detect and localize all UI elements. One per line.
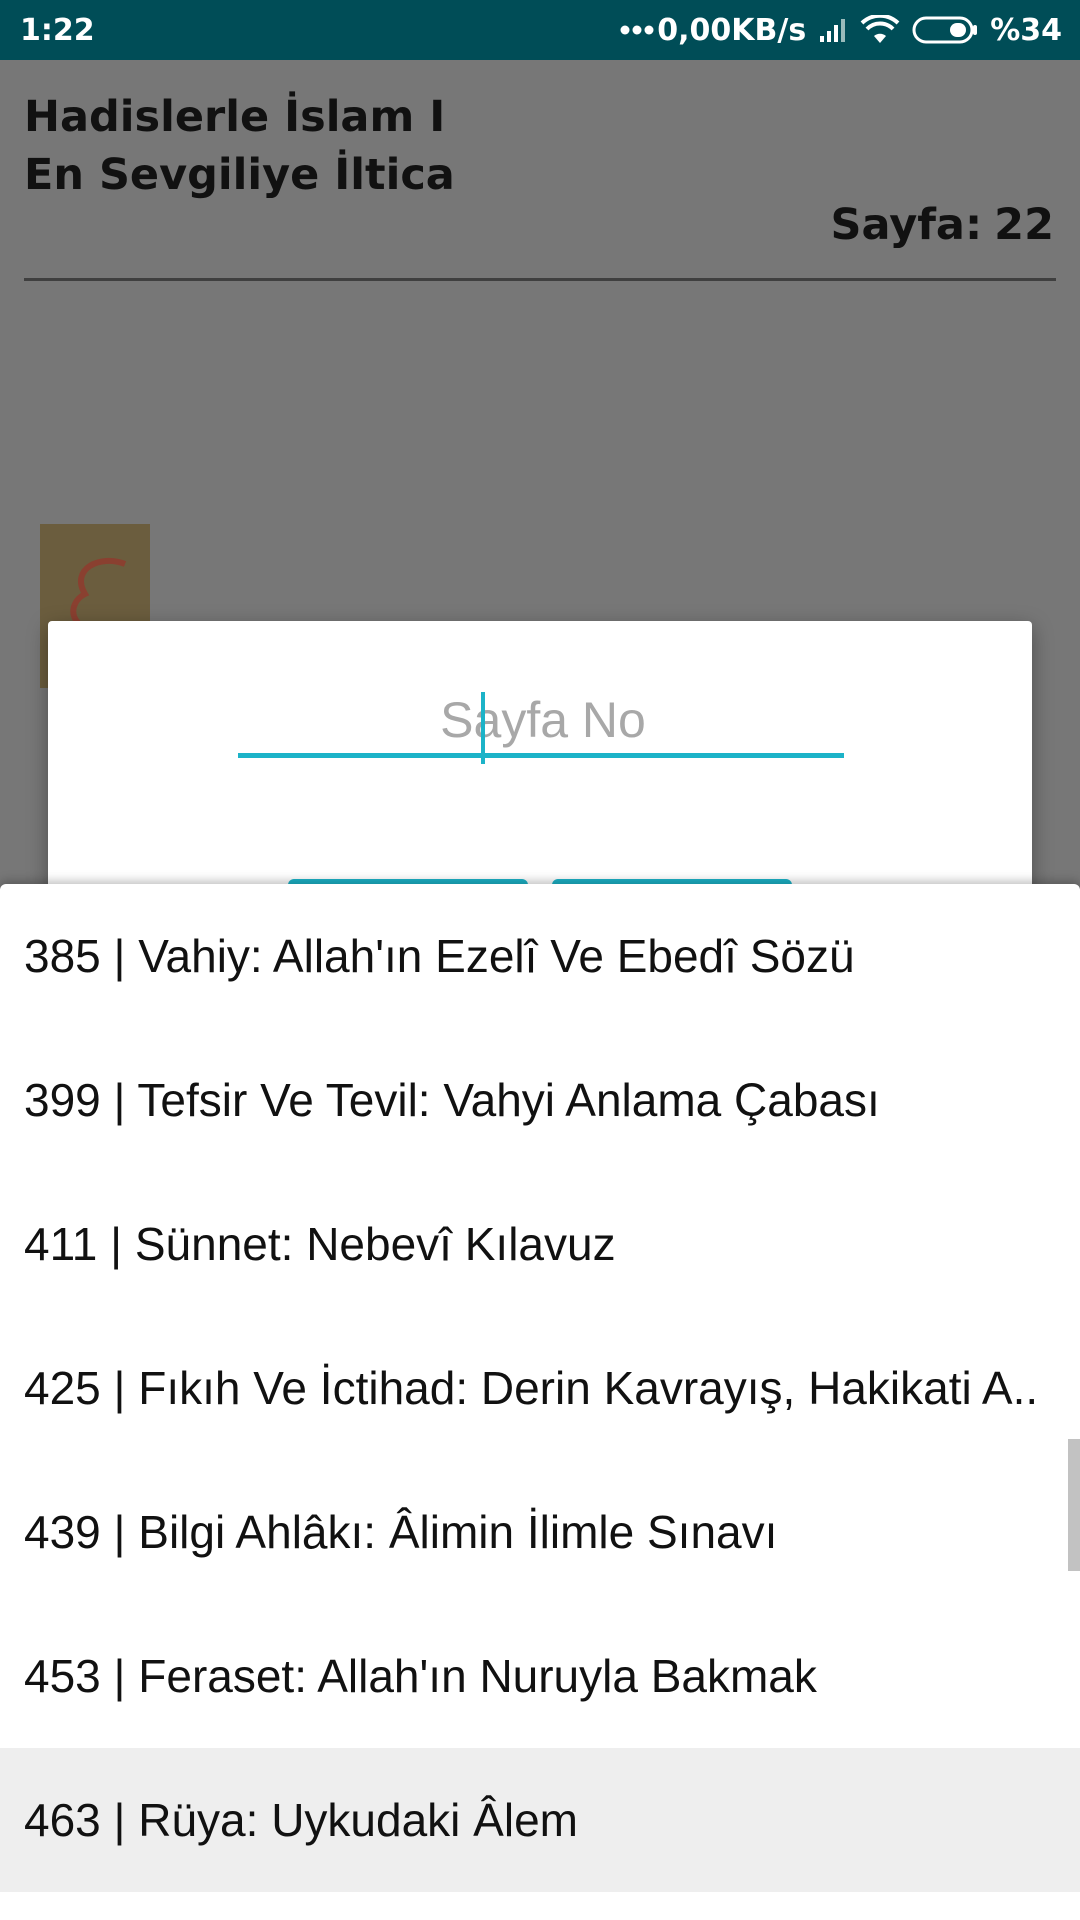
more-dots-icon (620, 25, 654, 35)
battery-icon (912, 16, 978, 44)
page-number-field[interactable] (238, 686, 848, 764)
text-cursor (481, 692, 485, 764)
status-bar: 1:22 0,00KB/s %34 (0, 0, 1080, 60)
status-icons: 0,00KB/s %34 (619, 13, 1062, 48)
chapter-dropdown[interactable]: 385 | Vahiy: Allah'ın Ezelî Ve Ebedî Söz… (0, 884, 1080, 1920)
battery-level: %34 (990, 12, 1062, 48)
book-title-line2: En Sevgiliye İltica (24, 150, 455, 200)
header-divider (24, 278, 1056, 281)
page-indicator: Sayfa: 22 (831, 200, 1054, 250)
list-item[interactable]: 453 | Feraset: Allah'ın Nuruyla Bakmak (0, 1604, 1080, 1748)
list-item[interactable]: 439 | Bilgi Ahlâkı: Âlimin İlimle Sınavı (0, 1460, 1080, 1604)
list-item[interactable]: 411 | Sünnet: Nebevî Kılavuz (0, 1172, 1080, 1316)
list-item[interactable]: 385 | Vahiy: Allah'ın Ezelî Ve Ebedî Söz… (0, 884, 1080, 1028)
dropdown-scrollbar[interactable] (1068, 1439, 1080, 1571)
wifi-icon (860, 15, 900, 43)
list-item[interactable]: 399 | Tefsir Ve Tevil: Vahyi Anlama Çaba… (0, 1028, 1080, 1172)
status-time: 1:22 (20, 12, 95, 48)
page-number-input[interactable] (238, 686, 848, 754)
book-title: Hadislerle İslam I En Sevgiliye İltica (24, 88, 455, 204)
page-label: Sayfa: (830, 200, 983, 250)
book-title-line1: Hadislerle İslam I (24, 92, 446, 142)
signal-icon (820, 19, 846, 42)
page-number: 22 (994, 200, 1054, 250)
list-item-selected[interactable]: 463 | Rüya: Uykudaki Âlem (0, 1748, 1080, 1892)
list-item[interactable]: 425 | Fıkıh Ve İctihad: Derin Kavrayış, … (0, 1316, 1080, 1460)
network-speed: 0,00KB/s (657, 12, 807, 48)
